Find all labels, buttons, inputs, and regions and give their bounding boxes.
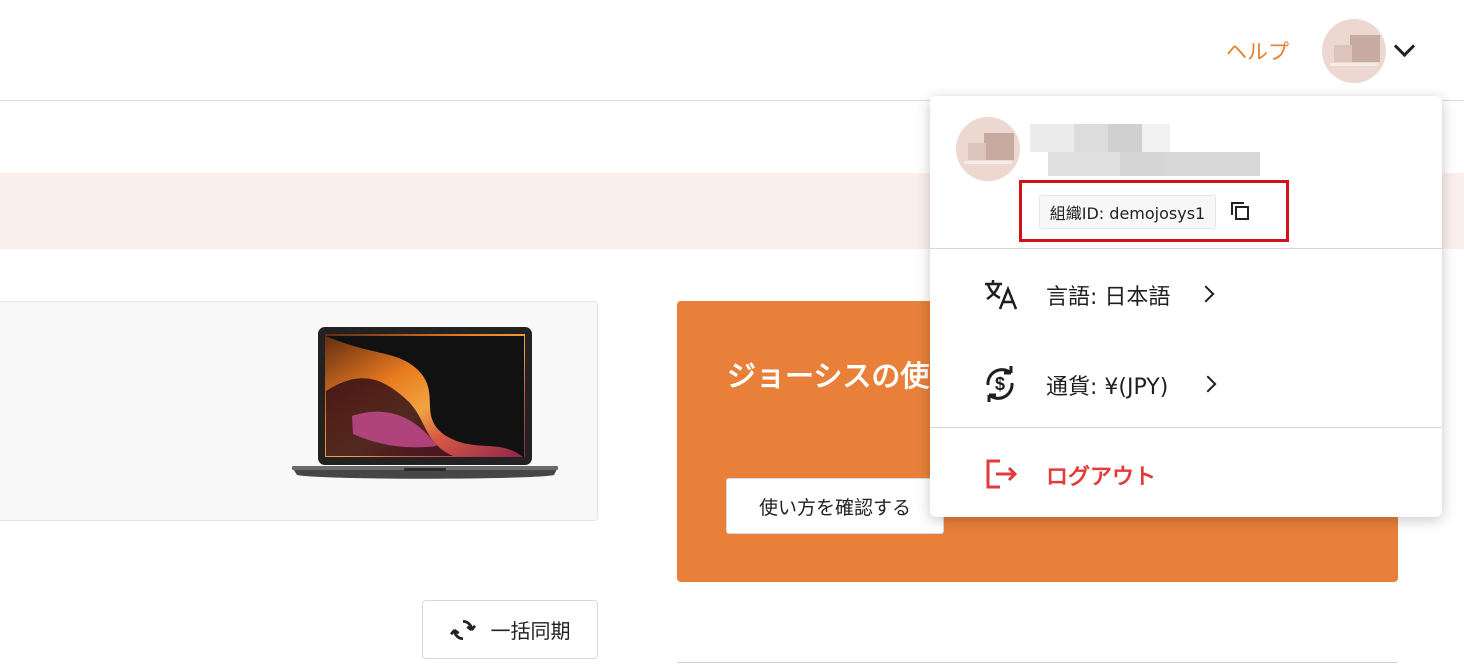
svg-text:$: $ [995,374,1005,394]
blurred-user-name [1030,124,1280,180]
sync-button-label: 一括同期 [490,619,571,643]
laptop-image [292,327,558,479]
avatar-blur [1330,63,1378,66]
currency-exchange-icon: $ [986,366,1014,402]
currency-label: 通貨: ¥(JPY) [1046,375,1169,400]
avatar-blur [964,161,1012,164]
chevron-right-icon [1197,285,1215,303]
copy-icon[interactable] [1228,199,1252,223]
menu-divider [930,427,1442,428]
logout-icon [986,459,1018,489]
user-avatar[interactable] [1322,19,1386,83]
menu-divider [930,248,1442,249]
chevron-right-icon [1199,375,1217,393]
sync-button[interactable]: 一括同期 [422,600,598,659]
section-divider [677,662,1397,663]
guide-title: ジョーシスの使 [727,359,930,393]
chevron-down-icon[interactable] [1393,35,1416,58]
avatar-blur [968,143,986,160]
language-label: 言語: 日本語 [1046,285,1171,310]
user-menu-dropdown: 組織ID: demojosys1 言語: 日本語 $ 通貨: ¥(JPY) ログ… [930,96,1442,517]
currency-menu-item[interactable]: $ 通貨: ¥(JPY) [930,350,1442,418]
avatar-blur [984,133,1014,160]
top-header: ヘルプ [0,0,1464,101]
avatar-blur [1334,45,1352,62]
sync-icon [449,619,476,640]
logout-label: ログアウト [1046,465,1157,490]
menu-user-avatar [956,117,1020,181]
translate-icon [985,280,1018,310]
help-link[interactable]: ヘルプ [1226,36,1289,66]
avatar-blur [1350,35,1380,62]
org-id-label: 組織ID: demojosys1 [1039,195,1216,229]
logout-menu-item[interactable]: ログアウト [930,440,1442,508]
language-menu-item[interactable]: 言語: 日本語 [930,260,1442,328]
guide-button[interactable]: 使い方を確認する [726,478,944,534]
